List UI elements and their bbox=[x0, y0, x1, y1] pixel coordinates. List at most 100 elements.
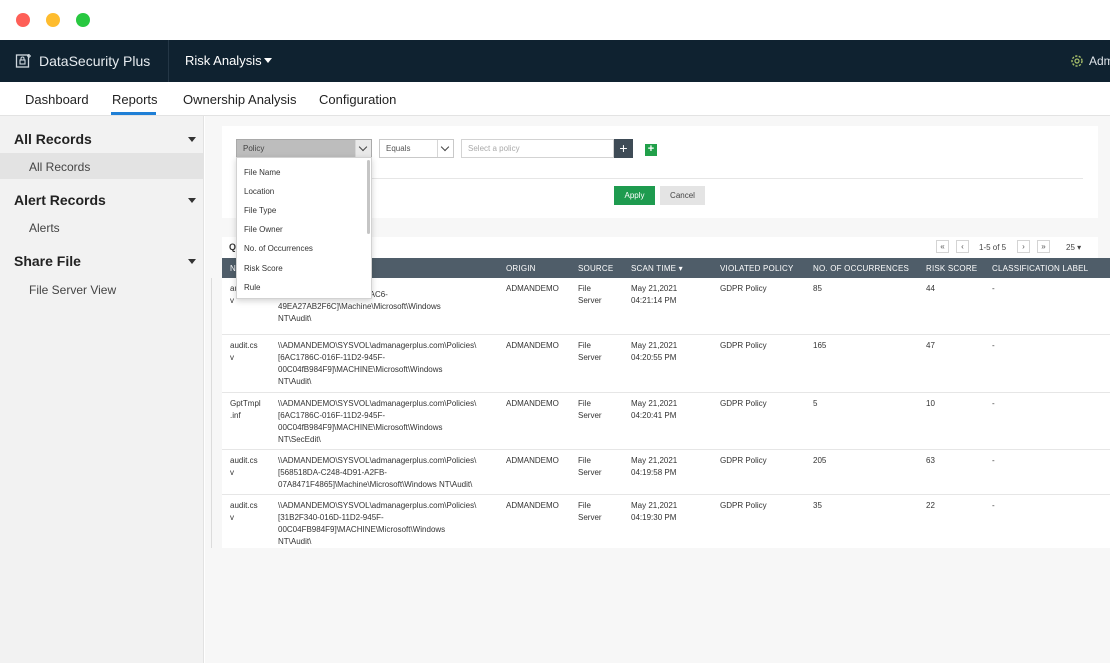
chevron-down-icon[interactable] bbox=[355, 140, 371, 157]
chevron-down-icon[interactable] bbox=[188, 137, 196, 142]
column-header-origin[interactable]: ORIGIN bbox=[506, 264, 536, 273]
filter-operator-value: Equals bbox=[386, 144, 411, 153]
policy-input-placeholder: Select a policy bbox=[468, 144, 520, 153]
table-row[interactable]: audit.cs v \\ADMANDEMO\SYSVOL\admanagerpl… bbox=[222, 335, 1110, 393]
dropdown-option-rule[interactable]: Rule bbox=[244, 283, 260, 292]
source-line: File bbox=[578, 501, 591, 510]
table-row[interactable]: audit.cs v \\ADMANDEMO\SYSVOL\admanagerpl… bbox=[222, 495, 1110, 548]
gear-icon[interactable] bbox=[1069, 53, 1085, 74]
table-row[interactable]: audit.cs v \\ADMANDEMO\SYSVOL\admanagerpl… bbox=[222, 450, 1110, 495]
policy-input[interactable]: Select a policy bbox=[461, 139, 614, 158]
occurrences-cell: 35 bbox=[813, 501, 822, 510]
column-header-scan-time[interactable]: SCAN TIME ▾ bbox=[631, 264, 683, 273]
main-tabs: Dashboard Reports Ownership Analysis Con… bbox=[0, 82, 1110, 116]
file-name-line: audit.cs bbox=[230, 456, 258, 465]
source-line: Server bbox=[578, 296, 602, 305]
sort-desc-icon[interactable]: ▾ bbox=[679, 264, 683, 273]
next-page-button[interactable]: › bbox=[1017, 240, 1030, 253]
filter-field-select[interactable]: Policy bbox=[236, 139, 372, 158]
dropdown-option-file-owner[interactable]: File Owner bbox=[244, 225, 283, 234]
sidebar-section-share-file[interactable]: Share File bbox=[14, 253, 81, 269]
column-header-source[interactable]: SOURCE bbox=[578, 264, 613, 273]
cancel-button[interactable]: Cancel bbox=[660, 186, 705, 205]
dropdown-option-occurrences[interactable]: No. of Occurrences bbox=[244, 244, 313, 253]
column-header-violated-policy[interactable]: VIOLATED POLICY bbox=[720, 264, 794, 273]
path-line: NT\Audit\ bbox=[278, 377, 312, 386]
chevron-down-icon[interactable] bbox=[188, 198, 196, 203]
column-header-occurrences[interactable]: NO. OF OCCURRENCES bbox=[813, 264, 909, 273]
path-line: \\ADMANDEMO\SYSVOL\admanagerplus.com\Pol… bbox=[278, 341, 477, 350]
file-name-line: v bbox=[230, 353, 234, 362]
per-page-value: 25 bbox=[1066, 243, 1075, 252]
occurrences-cell: 85 bbox=[813, 284, 822, 293]
sidebar-section-all-records[interactable]: All Records bbox=[14, 131, 92, 147]
classification-label-cell: - bbox=[992, 341, 995, 350]
add-condition-button[interactable]: + bbox=[645, 144, 657, 156]
path-line: [568518DA-C248-4D91-A2FB- bbox=[278, 468, 387, 477]
path-line: [31B2F340-016D-11D2-945F- bbox=[278, 513, 384, 522]
chevron-down-icon[interactable] bbox=[437, 140, 453, 157]
table-row[interactable]: GptTmpl .inf \\ADMANDEMO\SYSVOL\admanager… bbox=[222, 393, 1110, 450]
file-name-line: .inf bbox=[230, 411, 241, 420]
path-line: \\ADMANDEMO\SYSVOL\admanagerplus.com\Pol… bbox=[278, 501, 477, 510]
minimize-window-button[interactable] bbox=[46, 13, 60, 27]
maximize-window-button[interactable] bbox=[76, 13, 90, 27]
scan-time: 04:19:30 PM bbox=[631, 513, 677, 522]
dropdown-option-file-name[interactable]: File Name bbox=[244, 168, 280, 177]
sidebar-item-file-server-view[interactable]: File Server View bbox=[29, 283, 116, 297]
column-header-risk-score[interactable]: RISK SCORE bbox=[926, 264, 977, 273]
tab-ownership-analysis[interactable]: Ownership Analysis bbox=[183, 92, 296, 107]
datasecurity-logo-icon bbox=[15, 52, 33, 75]
occurrences-cell: 5 bbox=[813, 399, 818, 408]
dropdown-option-file-type[interactable]: File Type bbox=[244, 206, 276, 215]
file-name-line: audit.cs bbox=[230, 341, 258, 350]
scan-date: May 21,2021 bbox=[631, 341, 678, 350]
occurrences-cell: 205 bbox=[813, 456, 827, 465]
column-header-classification-label[interactable]: CLASSIFICATION LABEL bbox=[992, 264, 1088, 273]
occurrences-cell: 165 bbox=[813, 341, 827, 350]
dropdown-scrollbar[interactable] bbox=[367, 160, 370, 234]
scan-time: 04:20:41 PM bbox=[631, 411, 677, 420]
source-line: Server bbox=[578, 513, 602, 522]
source-line: File bbox=[578, 456, 591, 465]
tab-reports[interactable]: Reports bbox=[112, 92, 158, 107]
file-name-line: audit.cs bbox=[230, 501, 258, 510]
add-policy-button[interactable]: + bbox=[614, 139, 633, 158]
tab-dashboard[interactable]: Dashboard bbox=[25, 92, 89, 107]
admin-menu[interactable]: Admin bbox=[1089, 54, 1110, 68]
per-page-select[interactable]: 25 ▾ bbox=[1066, 243, 1081, 252]
chevron-down-icon[interactable] bbox=[264, 58, 272, 63]
dropdown-option-risk-score[interactable]: Risk Score bbox=[244, 264, 283, 273]
toolbar-label-fragment: Q bbox=[229, 242, 237, 252]
path-line: \\ADMANDEMO\SYSVOL\admanagerplus.com\Pol… bbox=[278, 399, 477, 408]
risk-score-cell: 63 bbox=[926, 456, 935, 465]
path-line: \\ADMANDEMO\SYSVOL\admanagerplus.com\Pol… bbox=[278, 456, 477, 465]
origin-cell: ADMANDEMO bbox=[506, 456, 559, 465]
violated-policy-cell: GDPR Policy bbox=[720, 341, 767, 350]
first-page-button[interactable]: « bbox=[936, 240, 949, 253]
risk-score-cell: 10 bbox=[926, 399, 935, 408]
source-line: Server bbox=[578, 411, 602, 420]
dropdown-option-location[interactable]: Location bbox=[244, 187, 274, 196]
close-window-button[interactable] bbox=[16, 13, 30, 27]
violated-policy-cell: GDPR Policy bbox=[720, 284, 767, 293]
last-page-button[interactable]: » bbox=[1037, 240, 1050, 253]
violated-policy-cell: GDPR Policy bbox=[720, 456, 767, 465]
chevron-down-icon[interactable] bbox=[188, 259, 196, 264]
sidebar-item-alerts[interactable]: Alerts bbox=[29, 221, 60, 235]
scan-date: May 21,2021 bbox=[631, 399, 678, 408]
sidebar-section-alert-records[interactable]: Alert Records bbox=[14, 192, 106, 208]
tab-configuration[interactable]: Configuration bbox=[319, 92, 396, 107]
app-header: DataSecurity Plus Risk Analysis Admin bbox=[0, 40, 1110, 82]
apply-button[interactable]: Apply bbox=[614, 186, 655, 205]
violated-policy-cell: GDPR Policy bbox=[720, 501, 767, 510]
sidebar-item-all-records[interactable]: All Records bbox=[29, 160, 90, 174]
filter-operator-select[interactable]: Equals bbox=[379, 139, 454, 158]
scan-time: 04:21:14 PM bbox=[631, 296, 677, 305]
module-switcher[interactable]: Risk Analysis bbox=[185, 53, 262, 68]
source-line: File bbox=[578, 399, 591, 408]
filter-field-dropdown: File Name Location File Type File Owner … bbox=[236, 157, 372, 299]
prev-page-button[interactable]: ‹ bbox=[956, 240, 969, 253]
scan-date: May 21,2021 bbox=[631, 501, 678, 510]
origin-cell: ADMANDEMO bbox=[506, 341, 559, 350]
